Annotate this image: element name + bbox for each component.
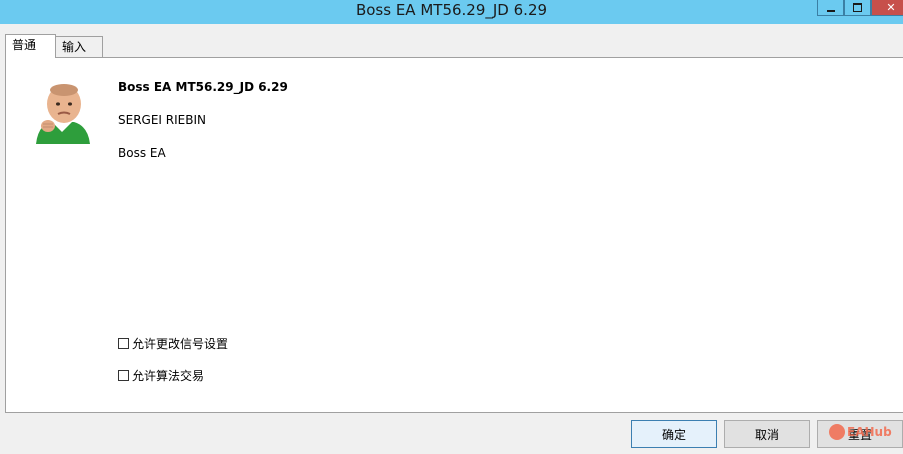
watermark-text: EAHub	[847, 425, 892, 439]
ok-button[interactable]: 确定	[631, 420, 717, 448]
checkbox-box[interactable]	[118, 338, 129, 349]
tab-general[interactable]: 普通	[5, 34, 56, 58]
allow-algo-trading-checkbox[interactable]: 允许算法交易	[118, 367, 204, 384]
tab-inputs[interactable]: 输入	[55, 36, 103, 58]
ea-name: Boss EA MT56.29_JD 6.29	[118, 80, 288, 94]
checkbox-box[interactable]	[118, 370, 129, 381]
ea-author: SERGEI RIEBIN	[118, 113, 206, 127]
cancel-button[interactable]: 取消	[724, 420, 810, 448]
watermark-logo-icon	[829, 424, 845, 440]
close-icon: ✕	[886, 1, 896, 14]
minimize-icon	[826, 9, 835, 12]
ea-avatar-image	[36, 84, 90, 144]
title-bar: Boss EA MT56.29_JD 6.29 ✕	[0, 0, 903, 24]
watermark: EAHub	[829, 424, 892, 440]
close-button[interactable]: ✕	[871, 0, 903, 16]
ea-description: Boss EA	[118, 146, 166, 160]
minimize-button[interactable]	[817, 0, 844, 16]
checkbox-label: 允许算法交易	[132, 369, 205, 383]
window-title: Boss EA MT56.29_JD 6.29	[355, 1, 548, 19]
allow-signal-settings-checkbox[interactable]: 允许更改信号设置	[118, 335, 228, 352]
checkbox-label: 允许更改信号设置	[132, 337, 229, 351]
maximize-icon	[853, 3, 862, 12]
maximize-button[interactable]	[844, 0, 871, 16]
general-panel: Boss EA MT56.29_JD 6.29 SERGEI RIEBIN Bo…	[5, 57, 903, 413]
